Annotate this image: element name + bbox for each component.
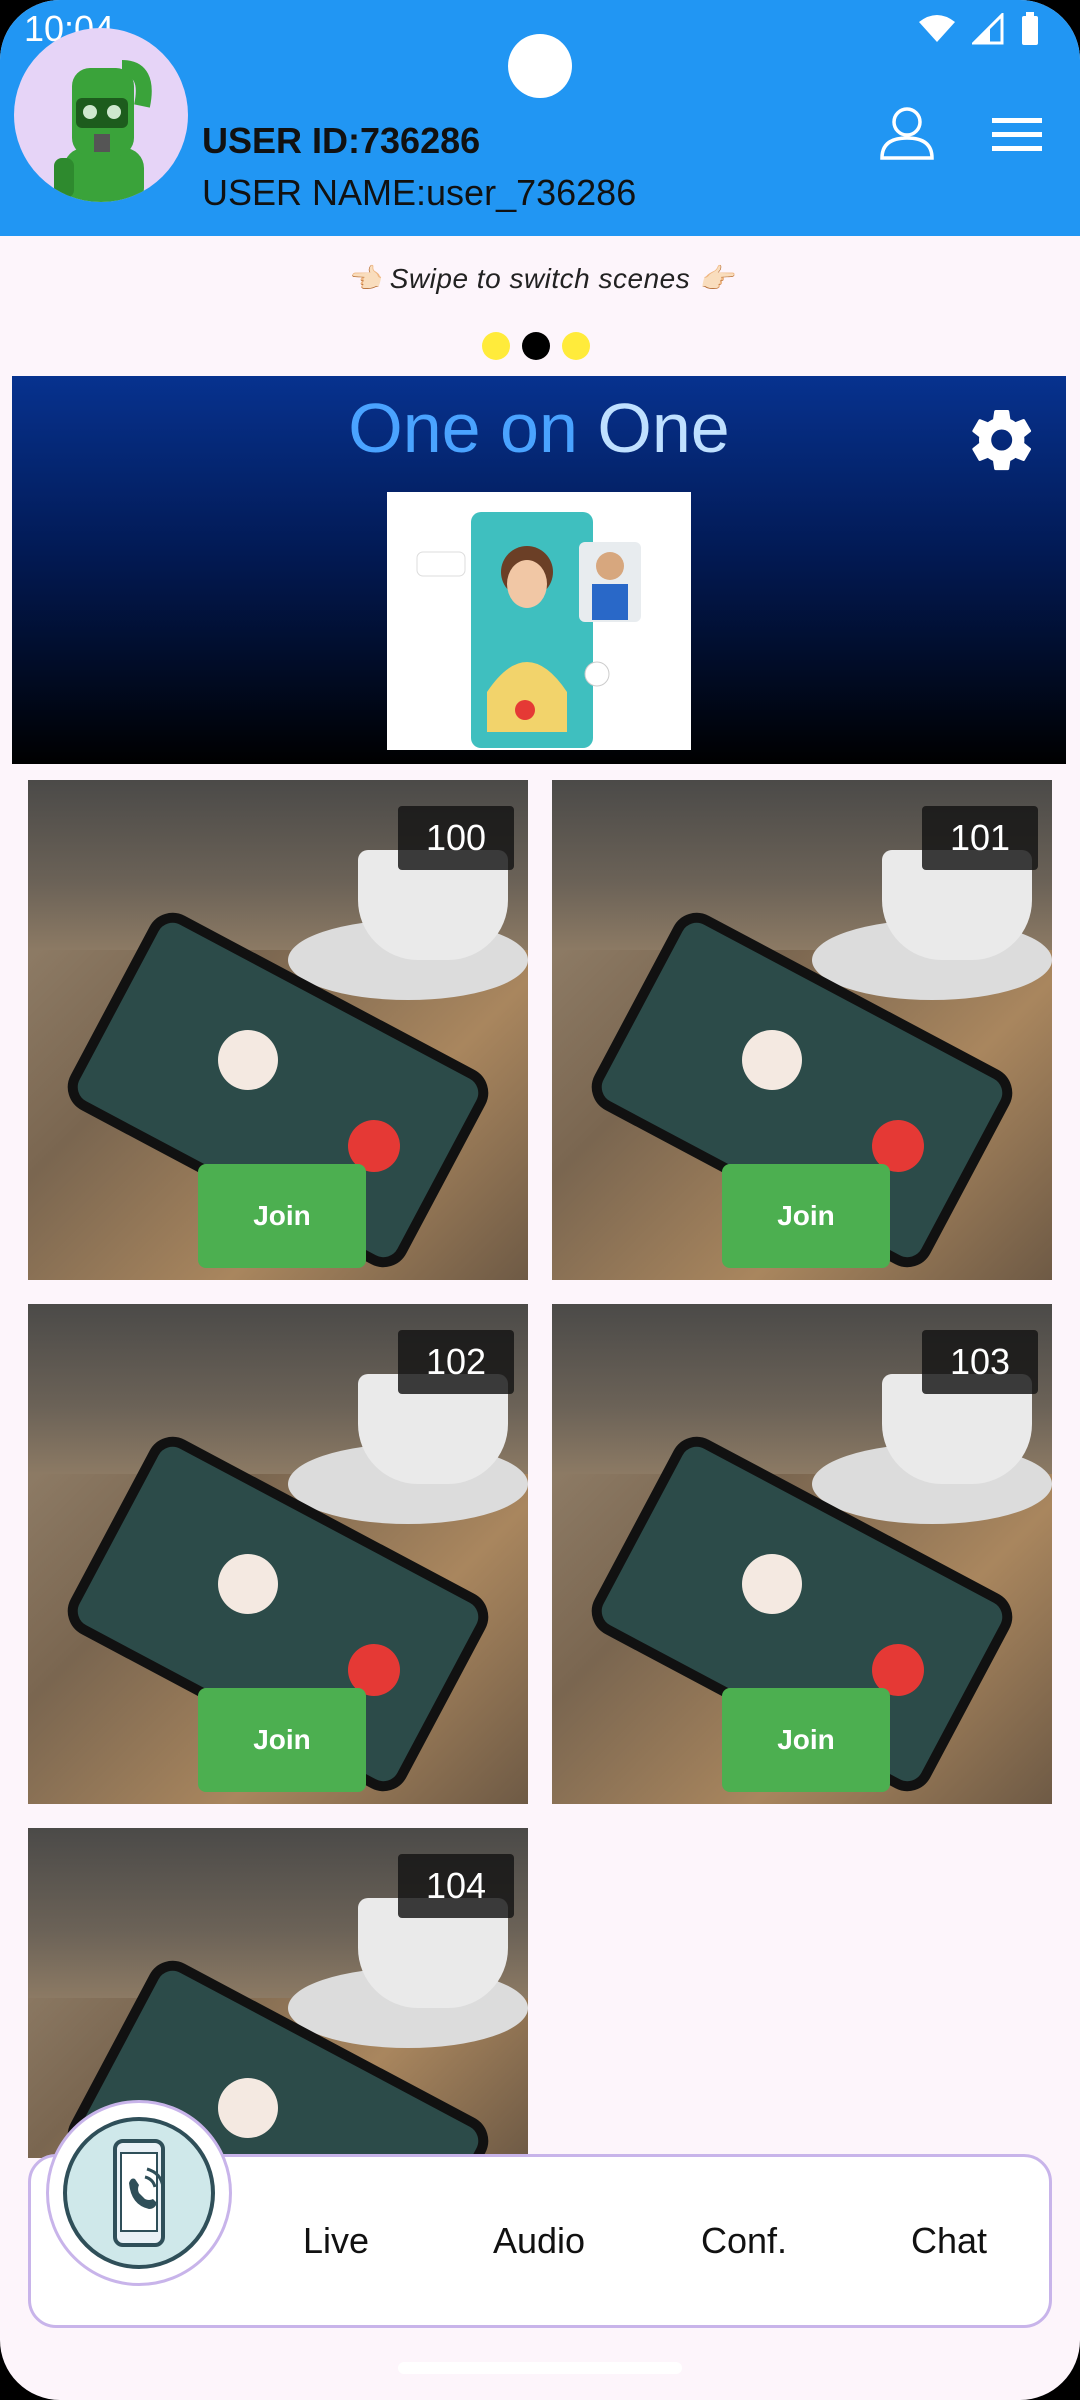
pager-dot[interactable] <box>482 332 510 360</box>
nav-item-chat[interactable]: Chat <box>911 2157 987 2325</box>
caller-photo <box>218 2078 278 2138</box>
room-card[interactable]: 101 Join <box>552 780 1052 1280</box>
room-number: 100 <box>398 806 514 870</box>
room-number: 103 <box>922 1330 1038 1394</box>
robot-avatar-icon <box>54 60 152 202</box>
join-button[interactable]: Join <box>722 1688 890 1792</box>
battery-icon <box>1022 12 1038 45</box>
banner-illustration <box>387 492 691 750</box>
swipe-hint: 👈🏻 Swipe to switch scenes 👉🏻 <box>346 263 734 294</box>
home-indicator[interactable] <box>398 2362 682 2374</box>
join-button[interactable]: Join <box>198 1688 366 1792</box>
nav-item-call-fab[interactable] <box>46 2100 232 2286</box>
wifi-icon <box>919 15 955 42</box>
pager-dot[interactable] <box>562 332 590 360</box>
status-icons <box>918 12 1040 46</box>
nav-item-live[interactable]: Live <box>303 2157 369 2325</box>
banner-title: One on One <box>12 388 1066 468</box>
banner-title-part1: One on <box>348 389 598 467</box>
avatar[interactable] <box>14 28 188 202</box>
user-id-label: USER ID:736286 <box>202 120 481 161</box>
gear-icon[interactable] <box>966 404 1038 476</box>
app-header: 10:04 USER ID:736286 USER NAME:user_7362… <box>0 0 1080 236</box>
room-number: 101 <box>922 806 1038 870</box>
signal-icon <box>972 13 1004 45</box>
video-call-illustration <box>416 512 641 748</box>
join-button[interactable]: Join <box>198 1164 366 1268</box>
room-card[interactable]: 100 Join <box>28 780 528 1280</box>
caller-photo <box>742 1554 802 1614</box>
scene-pager[interactable] <box>482 332 590 360</box>
nav-item-audio[interactable]: Audio <box>493 2157 585 2325</box>
caller-photo <box>218 1030 278 1090</box>
nav-item-conf[interactable]: Conf. <box>701 2157 787 2325</box>
caller-photo <box>742 1030 802 1090</box>
profile-icon[interactable] <box>878 104 936 162</box>
room-number: 102 <box>398 1330 514 1394</box>
camera-cutout <box>508 34 572 98</box>
menu-icon[interactable] <box>990 114 1044 154</box>
pager-dot-active[interactable] <box>522 332 550 360</box>
fab-inner <box>63 2117 215 2269</box>
scene-banner: One on One <box>12 376 1066 764</box>
banner-title-part2: One <box>597 389 730 467</box>
room-card[interactable]: 103 Join <box>552 1304 1052 1804</box>
user-name-label: USER NAME:user_736286 <box>202 172 637 213</box>
screen: 10:04 USER ID:736286 USER NAME:user_7362… <box>0 0 1080 2400</box>
join-button[interactable]: Join <box>722 1164 890 1268</box>
room-number: 104 <box>398 1854 514 1918</box>
room-card[interactable]: 102 Join <box>28 1304 528 1804</box>
phone-call-icon <box>113 2139 165 2247</box>
caller-photo <box>218 1554 278 1614</box>
